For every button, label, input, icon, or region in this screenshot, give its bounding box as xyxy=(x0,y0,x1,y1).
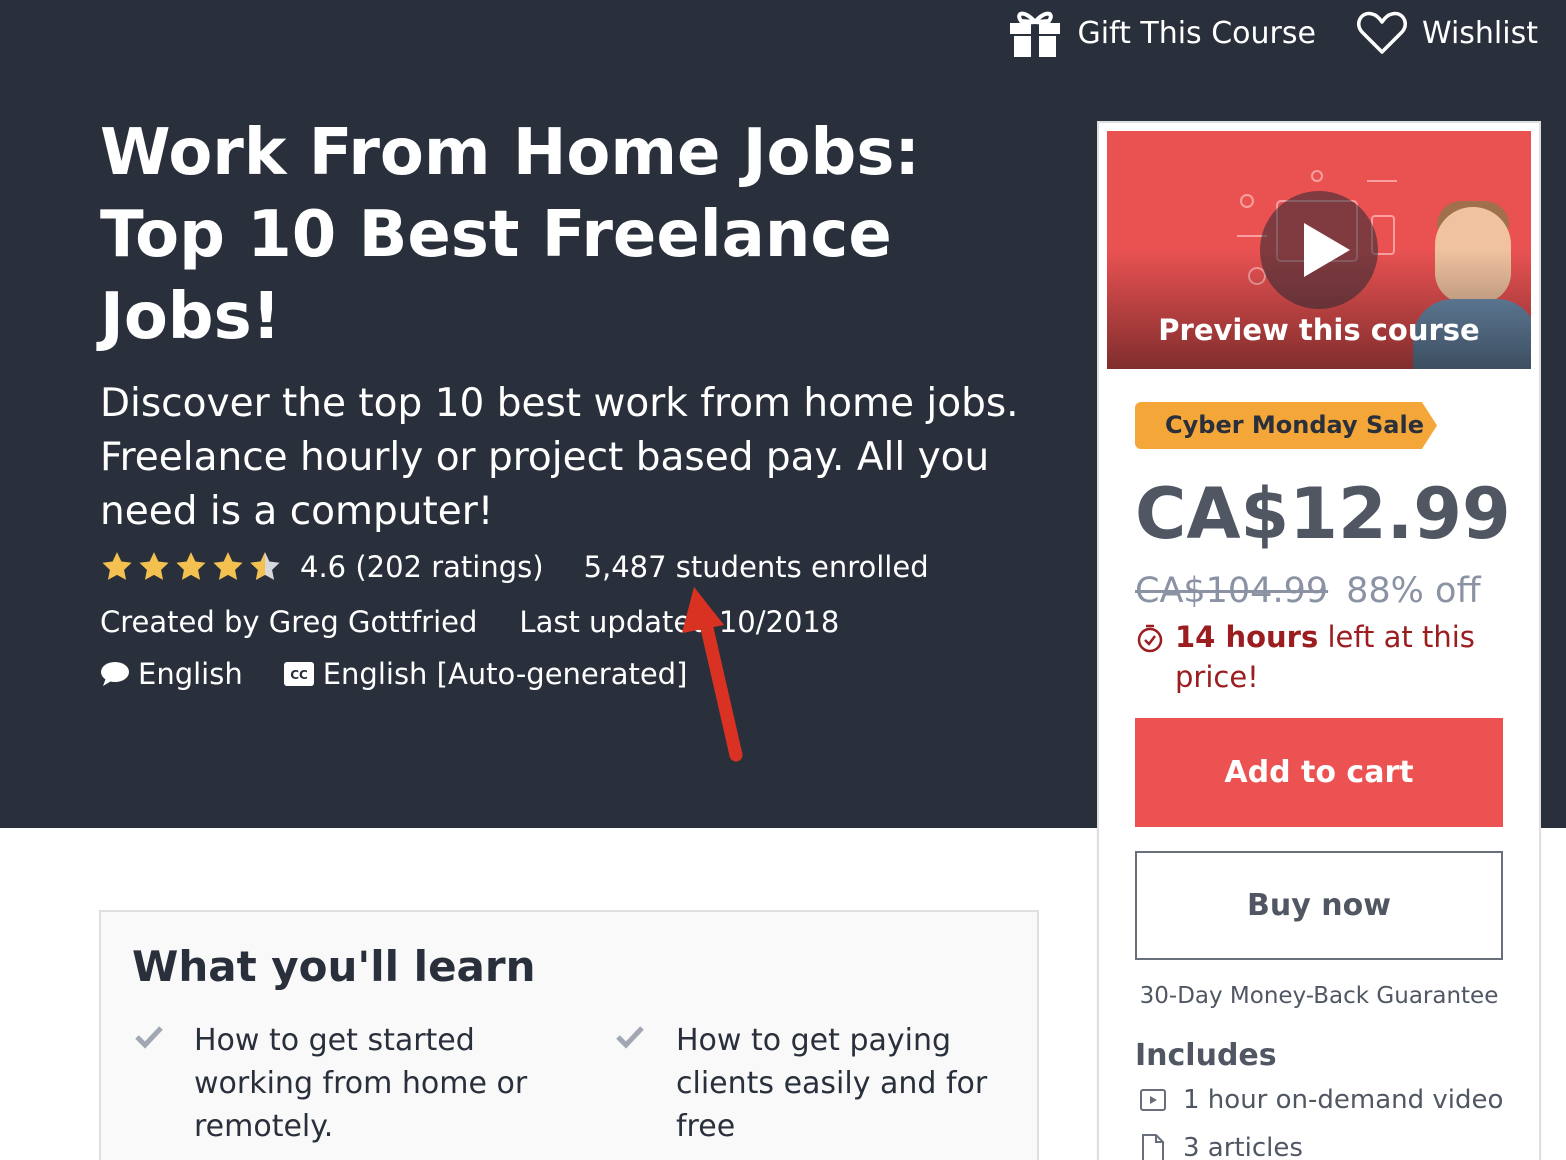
timer-hours: 14 hours xyxy=(1175,620,1319,654)
includes-articles: 3 articles xyxy=(1183,1133,1303,1160)
course-preview-video[interactable]: Preview this course xyxy=(1107,131,1531,369)
caption-language: English [Auto-generated] xyxy=(322,657,688,691)
includes-item: 1 hour on-demand video xyxy=(1139,1085,1503,1115)
article-icon xyxy=(1142,1134,1164,1160)
star-rating[interactable] xyxy=(100,550,282,584)
preview-label: Preview this course xyxy=(1158,313,1480,347)
what-you-learn-box: What you'll learn How to get started wor… xyxy=(99,910,1039,1160)
rating-text[interactable]: 4.6 (202 ratings) xyxy=(300,550,544,584)
wishlist-label: Wishlist xyxy=(1421,15,1538,51)
original-price: CA$104.99 xyxy=(1135,571,1329,611)
course-title: Work From Home Jobs: Top 10 Best Freelan… xyxy=(100,116,920,354)
star-icon xyxy=(102,552,132,580)
play-icon[interactable] xyxy=(1260,191,1378,309)
includes-video: 1 hour on-demand video xyxy=(1183,1085,1504,1115)
discount-percent: 88% off xyxy=(1346,571,1481,611)
closed-captions-icon: CC xyxy=(283,662,314,686)
gift-label: Gift This Course xyxy=(1077,15,1316,51)
students-enrolled: 5,487 students enrolled xyxy=(583,550,929,584)
includes-heading: Includes xyxy=(1135,1038,1277,1073)
learn-item: How to get paying clients easily and for… xyxy=(676,1023,988,1144)
star-icon xyxy=(213,552,243,580)
original-price-row: CA$104.99 88% off xyxy=(1135,571,1481,611)
language-row: English CC English [Auto-generated] xyxy=(100,657,687,691)
learn-item: How to get started working from home or … xyxy=(194,1023,528,1144)
half-star-icon xyxy=(250,552,280,580)
created-by[interactable]: Created by Greg Gottfried xyxy=(100,605,477,639)
heart-icon xyxy=(1356,11,1407,54)
sale-timer: 14 hours left at this price! xyxy=(1135,617,1475,697)
gift-course-button[interactable]: Gift This Course xyxy=(1007,8,1316,58)
topbar: Gift This Course Wishlist xyxy=(1007,8,1538,58)
add-to-cart-button[interactable]: Add to cart xyxy=(1135,718,1503,827)
purchase-sidebar: Preview this course Cyber Monday Sale CA… xyxy=(1098,122,1540,1160)
sale-badge: Cyber Monday Sale xyxy=(1135,402,1437,449)
learn-heading: What you'll learn xyxy=(132,942,536,991)
rating-row: 4.6 (202 ratings) 5,487 students enrolle… xyxy=(100,550,929,584)
wishlist-button[interactable]: Wishlist xyxy=(1356,10,1538,56)
star-icon xyxy=(139,552,169,580)
alarm-clock-icon xyxy=(1137,624,1163,653)
speech-bubble-icon xyxy=(101,662,129,686)
annotation-arrow-icon xyxy=(682,587,743,762)
includes-item: 3 articles xyxy=(1139,1133,1303,1160)
current-price: CA$12.99 xyxy=(1135,473,1511,555)
money-back-guarantee: 30-Day Money-Back Guarantee xyxy=(1139,983,1499,1009)
buy-now-button[interactable]: Buy now xyxy=(1135,851,1503,960)
check-icon xyxy=(616,1026,644,1049)
star-icon xyxy=(176,552,206,580)
course-language: English xyxy=(138,657,243,691)
gift-icon xyxy=(1010,11,1061,57)
video-icon xyxy=(1140,1089,1166,1111)
course-subtitle: Discover the top 10 best work from home … xyxy=(100,381,1019,534)
svg-text:CC: CC xyxy=(290,668,308,682)
check-icon xyxy=(135,1026,163,1049)
